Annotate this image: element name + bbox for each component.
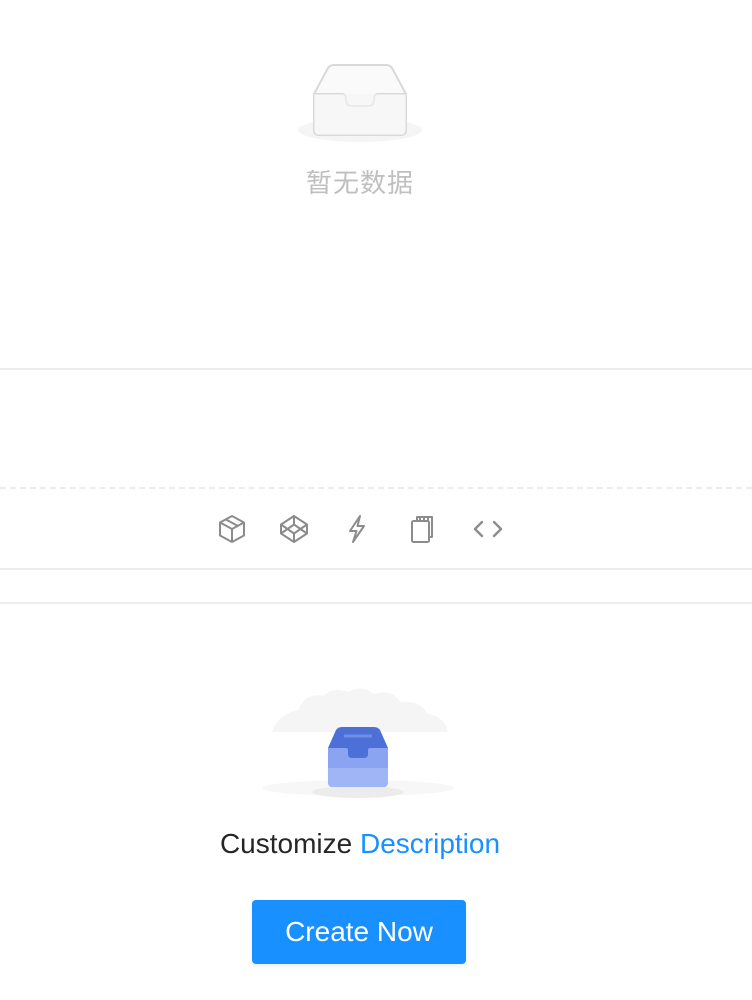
actions-divider-dashed: [0, 487, 752, 489]
description-link[interactable]: Description: [360, 828, 500, 859]
section-divider: [0, 368, 752, 370]
thunderbolt-icon[interactable]: [340, 512, 374, 546]
codepen-icon[interactable]: [277, 512, 311, 546]
section-divider: [0, 568, 752, 570]
description-text: Customize: [219, 828, 353, 859]
empty-description: Customize Description: [0, 828, 720, 860]
code-expand-icon[interactable]: [471, 512, 505, 546]
code-sandbox-icon[interactable]: [215, 512, 249, 546]
empty-state-top: 暂无数据: [0, 0, 752, 369]
empty-state-custom: Customize Description Create Now: [0, 604, 752, 1000]
code-box-actions: [0, 490, 752, 568]
empty-box-illustration: [258, 684, 458, 804]
empty-description: 暂无数据: [305, 169, 414, 199]
inbox-empty-icon: [296, 62, 424, 144]
create-now-button[interactable]: Create Now: [252, 900, 466, 964]
copy-icon[interactable]: [405, 512, 439, 546]
